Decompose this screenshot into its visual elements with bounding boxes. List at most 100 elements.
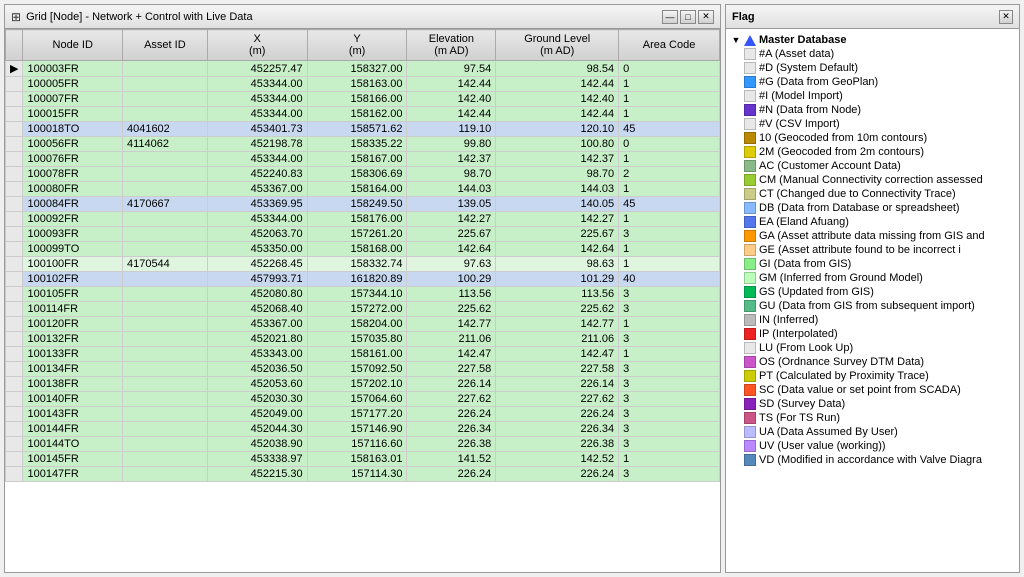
cell-elevation[interactable]: 99.80 [407,137,496,152]
cell-y[interactable]: 157344.10 [307,287,407,302]
cell-x[interactable]: 452257.47 [207,61,307,77]
cell-ground_level[interactable]: 140.05 [496,197,619,212]
cell-asset_id[interactable] [122,437,207,452]
cell-node_id[interactable]: 100092FR [23,212,123,227]
cell-y[interactable]: 158167.00 [307,152,407,167]
cell-asset_id[interactable] [122,347,207,362]
table-row[interactable]: 100133FR453343.00158161.00142.47142.471 [6,347,720,362]
cell-y[interactable]: 161820.89 [307,272,407,287]
cell-elevation[interactable]: 144.03 [407,182,496,197]
cell-area_code[interactable]: 1 [619,347,720,362]
cell-elevation[interactable]: 97.54 [407,61,496,77]
cell-area_code[interactable]: 1 [619,257,720,272]
cell-area_code[interactable]: 1 [619,107,720,122]
flag-item-D[interactable]: #D (System Default) [728,61,1017,75]
cell-y[interactable]: 157261.20 [307,227,407,242]
cell-x[interactable]: 453367.00 [207,317,307,332]
cell-node_id[interactable]: 100140FR [23,392,123,407]
flag-content[interactable]: ▼ Master Database #A (Asset data)#D (Sys… [726,29,1019,572]
cell-node_id[interactable]: 100120FR [23,317,123,332]
flag-item-I[interactable]: #I (Model Import) [728,89,1017,103]
flag-item-TS[interactable]: TS (For TS Run) [728,411,1017,425]
cell-y[interactable]: 157092.50 [307,362,407,377]
col-ground-level[interactable]: Ground Level(m AD) [496,30,619,61]
table-row[interactable]: 100132FR452021.80157035.80211.06211.063 [6,332,720,347]
cell-ground_level[interactable]: 142.37 [496,152,619,167]
tree-root-item[interactable]: ▼ Master Database [728,33,1017,47]
table-row[interactable]: 100105FR452080.80157344.10113.56113.563 [6,287,720,302]
cell-area_code[interactable]: 45 [619,122,720,137]
cell-y[interactable]: 157064.60 [307,392,407,407]
cell-ground_level[interactable]: 98.54 [496,61,619,77]
cell-area_code[interactable]: 0 [619,137,720,152]
cell-ground_level[interactable]: 142.47 [496,347,619,362]
cell-elevation[interactable]: 225.67 [407,227,496,242]
cell-elevation[interactable]: 142.44 [407,77,496,92]
grid-container[interactable]: Node ID Asset ID X(m) Y(m) Elevation(m A… [5,29,720,572]
cell-ground_level[interactable]: 98.63 [496,257,619,272]
cell-area_code[interactable]: 3 [619,392,720,407]
flag-item-SC[interactable]: SC (Data value or set point from SCADA) [728,383,1017,397]
cell-node_id[interactable]: 100105FR [23,287,123,302]
cell-area_code[interactable]: 45 [619,197,720,212]
table-row[interactable]: 100080FR453367.00158164.00144.03144.031 [6,182,720,197]
cell-area_code[interactable]: 1 [619,212,720,227]
cell-area_code[interactable]: 3 [619,227,720,242]
flag-item-10[interactable]: 10 (Geocoded from 10m contours) [728,131,1017,145]
cell-x[interactable]: 453344.00 [207,212,307,227]
cell-y[interactable]: 158176.00 [307,212,407,227]
cell-asset_id[interactable]: 4170667 [122,197,207,212]
cell-elevation[interactable]: 226.34 [407,422,496,437]
cell-elevation[interactable]: 142.37 [407,152,496,167]
table-row[interactable]: 100120FR453367.00158204.00142.77142.771 [6,317,720,332]
flag-item-EA[interactable]: EA (Eland Afuang) [728,215,1017,229]
cell-elevation[interactable]: 225.62 [407,302,496,317]
cell-ground_level[interactable]: 142.64 [496,242,619,257]
table-row[interactable]: 100018TO4041602453401.73158571.62119.101… [6,122,720,137]
cell-ground_level[interactable]: 142.40 [496,92,619,107]
flag-item-IN[interactable]: IN (Inferred) [728,313,1017,327]
cell-area_code[interactable]: 1 [619,182,720,197]
cell-ground_level[interactable]: 100.80 [496,137,619,152]
cell-node_id[interactable]: 100015FR [23,107,123,122]
cell-ground_level[interactable]: 226.24 [496,407,619,422]
flag-item-N[interactable]: #N (Data from Node) [728,103,1017,117]
cell-elevation[interactable]: 142.47 [407,347,496,362]
cell-ground_level[interactable]: 142.44 [496,107,619,122]
flag-item-GA[interactable]: GA (Asset attribute data missing from GI… [728,229,1017,243]
cell-area_code[interactable]: 3 [619,437,720,452]
col-x[interactable]: X(m) [207,30,307,61]
cell-asset_id[interactable] [122,92,207,107]
cell-y[interactable]: 157035.80 [307,332,407,347]
table-row[interactable]: 100144TO452038.90157116.60226.38226.383 [6,437,720,452]
flag-item-V[interactable]: #V (CSV Import) [728,117,1017,131]
cell-y[interactable]: 157146.90 [307,422,407,437]
table-row[interactable]: ▶100003FR452257.47158327.0097.5498.540 [6,61,720,77]
cell-y[interactable]: 158249.50 [307,197,407,212]
cell-asset_id[interactable] [122,167,207,182]
table-row[interactable]: 100147FR452215.30157114.30226.24226.243 [6,467,720,482]
cell-ground_level[interactable]: 226.38 [496,437,619,452]
cell-area_code[interactable]: 1 [619,92,720,107]
cell-area_code[interactable]: 3 [619,332,720,347]
cell-elevation[interactable]: 142.44 [407,107,496,122]
cell-area_code[interactable]: 3 [619,377,720,392]
cell-asset_id[interactable] [122,212,207,227]
table-row[interactable]: 100056FR4114062452198.78158335.2299.8010… [6,137,720,152]
cell-y[interactable]: 157114.30 [307,467,407,482]
table-row[interactable]: 100143FR452049.00157177.20226.24226.243 [6,407,720,422]
cell-elevation[interactable]: 226.24 [407,407,496,422]
cell-y[interactable]: 158327.00 [307,61,407,77]
cell-elevation[interactable]: 227.62 [407,392,496,407]
flag-item-CT[interactable]: CT (Changed due to Connectivity Trace) [728,187,1017,201]
cell-x[interactable]: 453401.73 [207,122,307,137]
table-row[interactable]: 100099TO453350.00158168.00142.64142.641 [6,242,720,257]
cell-area_code[interactable]: 3 [619,287,720,302]
cell-area_code[interactable]: 1 [619,452,720,467]
cell-x[interactable]: 453369.95 [207,197,307,212]
table-row[interactable]: 100138FR452053.60157202.10226.14226.143 [6,377,720,392]
cell-y[interactable]: 158204.00 [307,317,407,332]
cell-y[interactable]: 157202.10 [307,377,407,392]
cell-ground_level[interactable]: 142.77 [496,317,619,332]
flag-item-OS[interactable]: OS (Ordnance Survey DTM Data) [728,355,1017,369]
